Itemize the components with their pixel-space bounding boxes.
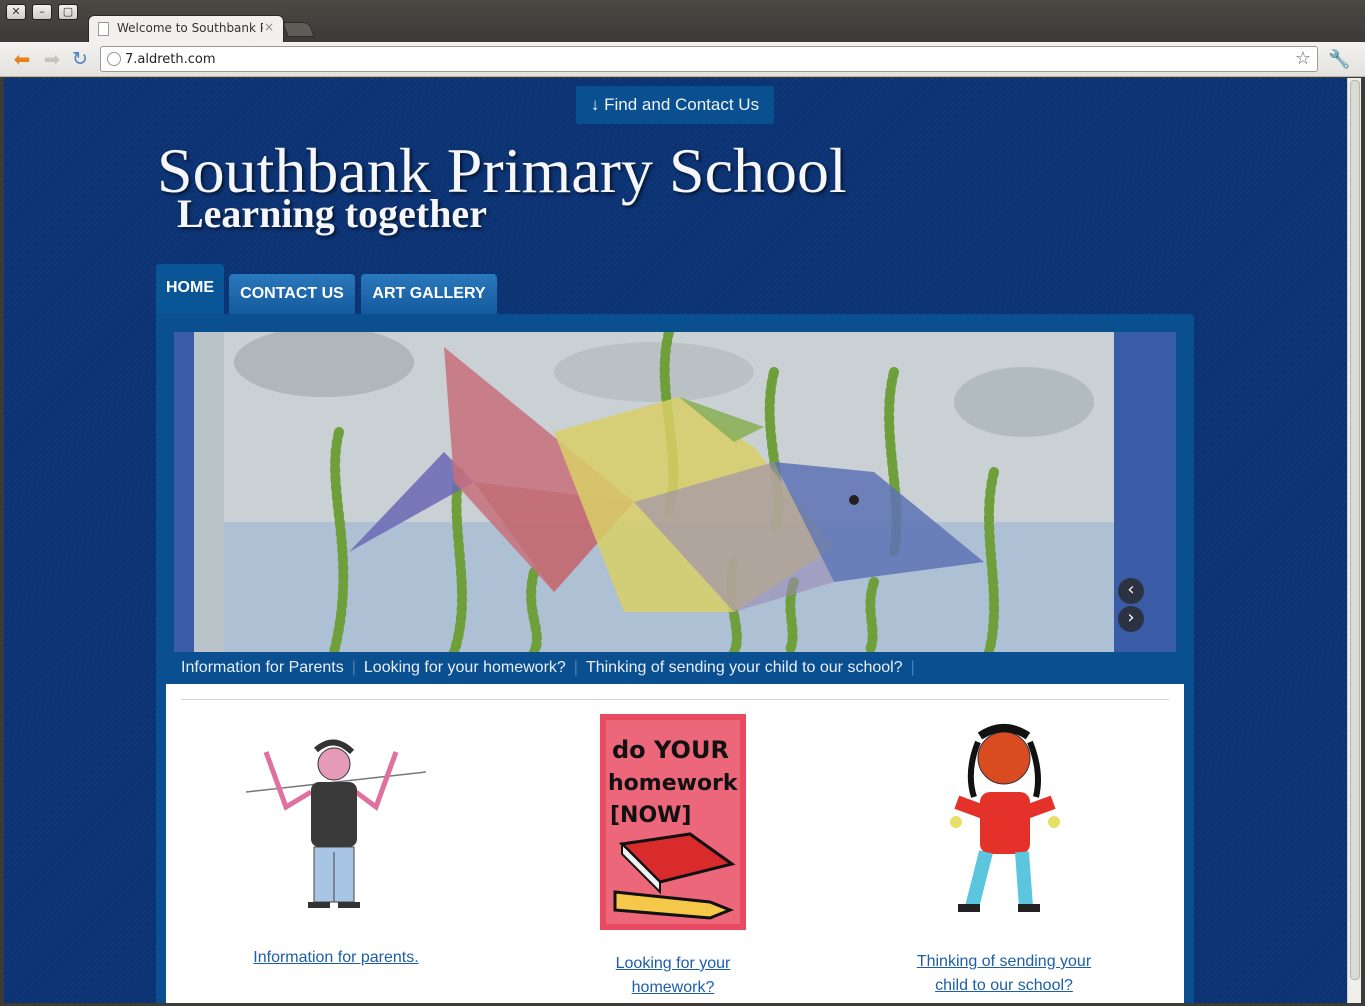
forward-arrow-icon[interactable]: ➡ — [40, 47, 64, 71]
vertical-scrollbar[interactable] — [1347, 78, 1361, 1003]
new-tab-button[interactable] — [282, 22, 315, 37]
reload-icon[interactable]: ↻ — [68, 47, 92, 71]
slider-prev-button[interactable]: ‹ — [1118, 578, 1144, 604]
tab-home[interactable]: HOME — [156, 264, 224, 314]
slider-next-button[interactable]: › — [1118, 606, 1144, 632]
globe-icon — [107, 52, 121, 66]
address-bar[interactable]: 7.aldreth.com ☆ — [100, 46, 1318, 72]
separator: | — [573, 659, 578, 676]
find-contact-button[interactable]: ↓ Find and Contact Us — [576, 86, 774, 124]
parent-drawing-image[interactable] — [245, 712, 427, 922]
slider-link-admissions[interactable]: Thinking of sending your child to our sc… — [586, 659, 903, 676]
parents-link[interactable]: Information for parents. — [253, 949, 418, 966]
parents-column: Information for parents. — [236, 712, 436, 970]
main-panel: ‹ › Information for Parents | Looking for … — [156, 314, 1194, 1003]
browser-tab[interactable]: Welcome to Southbank Pr × — [88, 15, 284, 42]
image-slider: ‹ › — [174, 332, 1176, 652]
admissions-column: Thinking of sending your child to our sc… — [904, 712, 1104, 998]
browser-titlebar: ✕ – ▢ Welcome to Southbank Pr × — [0, 0, 1365, 42]
separator: | — [351, 659, 356, 676]
slider-link-homework[interactable]: Looking for your homework? — [364, 659, 566, 676]
page-viewport: ↓ Find and Contact Us Southbank Primary … — [4, 78, 1347, 1003]
page-icon — [98, 22, 109, 36]
close-window-icon[interactable]: ✕ — [6, 4, 26, 20]
site-tagline: Learning together — [177, 191, 487, 236]
maximize-window-icon[interactable]: ▢ — [58, 4, 78, 20]
tab-title: Welcome to Southbank Pr — [117, 21, 263, 35]
admissions-link-line1[interactable]: Thinking of sending your — [904, 950, 1104, 974]
svg-text:do YOUR: do YOUR — [612, 736, 729, 764]
tab-close-icon[interactable]: × — [264, 20, 274, 34]
svg-text:homework: homework — [608, 771, 739, 796]
homework-link[interactable]: Looking for your homework? — [616, 955, 731, 996]
slider-caption-links: Information for Parents | Looking for your… — [174, 652, 1176, 684]
divider — [181, 699, 1169, 700]
content-area: Information for parents. do YOUR homewor… — [166, 684, 1184, 1003]
slider-link-parents[interactable]: Information for Parents — [181, 659, 344, 676]
child-drawing-image[interactable] — [926, 712, 1082, 934]
back-arrow-icon[interactable]: ⬅ — [10, 47, 34, 71]
admissions-link-line2[interactable]: child to our school? — [904, 974, 1104, 998]
homework-column: do YOUR homework [NOW] Looking for your … — [573, 714, 773, 1000]
browser-toolbar: ⬅ ➡ ↻ 7.aldreth.com ☆ 🔧 — [0, 42, 1365, 77]
tab-contact-us[interactable]: CONTACT US — [229, 274, 355, 314]
url-text[interactable]: 7.aldreth.com — [125, 52, 216, 67]
wrench-icon[interactable]: 🔧 — [1328, 49, 1350, 70]
fish-drawing-image — [174, 332, 1176, 652]
tab-art-gallery[interactable]: ART GALLERY — [361, 274, 497, 314]
bookmark-star-icon[interactable]: ☆ — [1295, 48, 1311, 69]
minimize-window-icon[interactable]: – — [32, 4, 52, 20]
scrollbar-thumb[interactable] — [1350, 80, 1360, 980]
homework-poster-image[interactable]: do YOUR homework [NOW] — [600, 714, 746, 930]
separator: | — [910, 659, 915, 676]
svg-text:[NOW]: [NOW] — [610, 803, 692, 828]
